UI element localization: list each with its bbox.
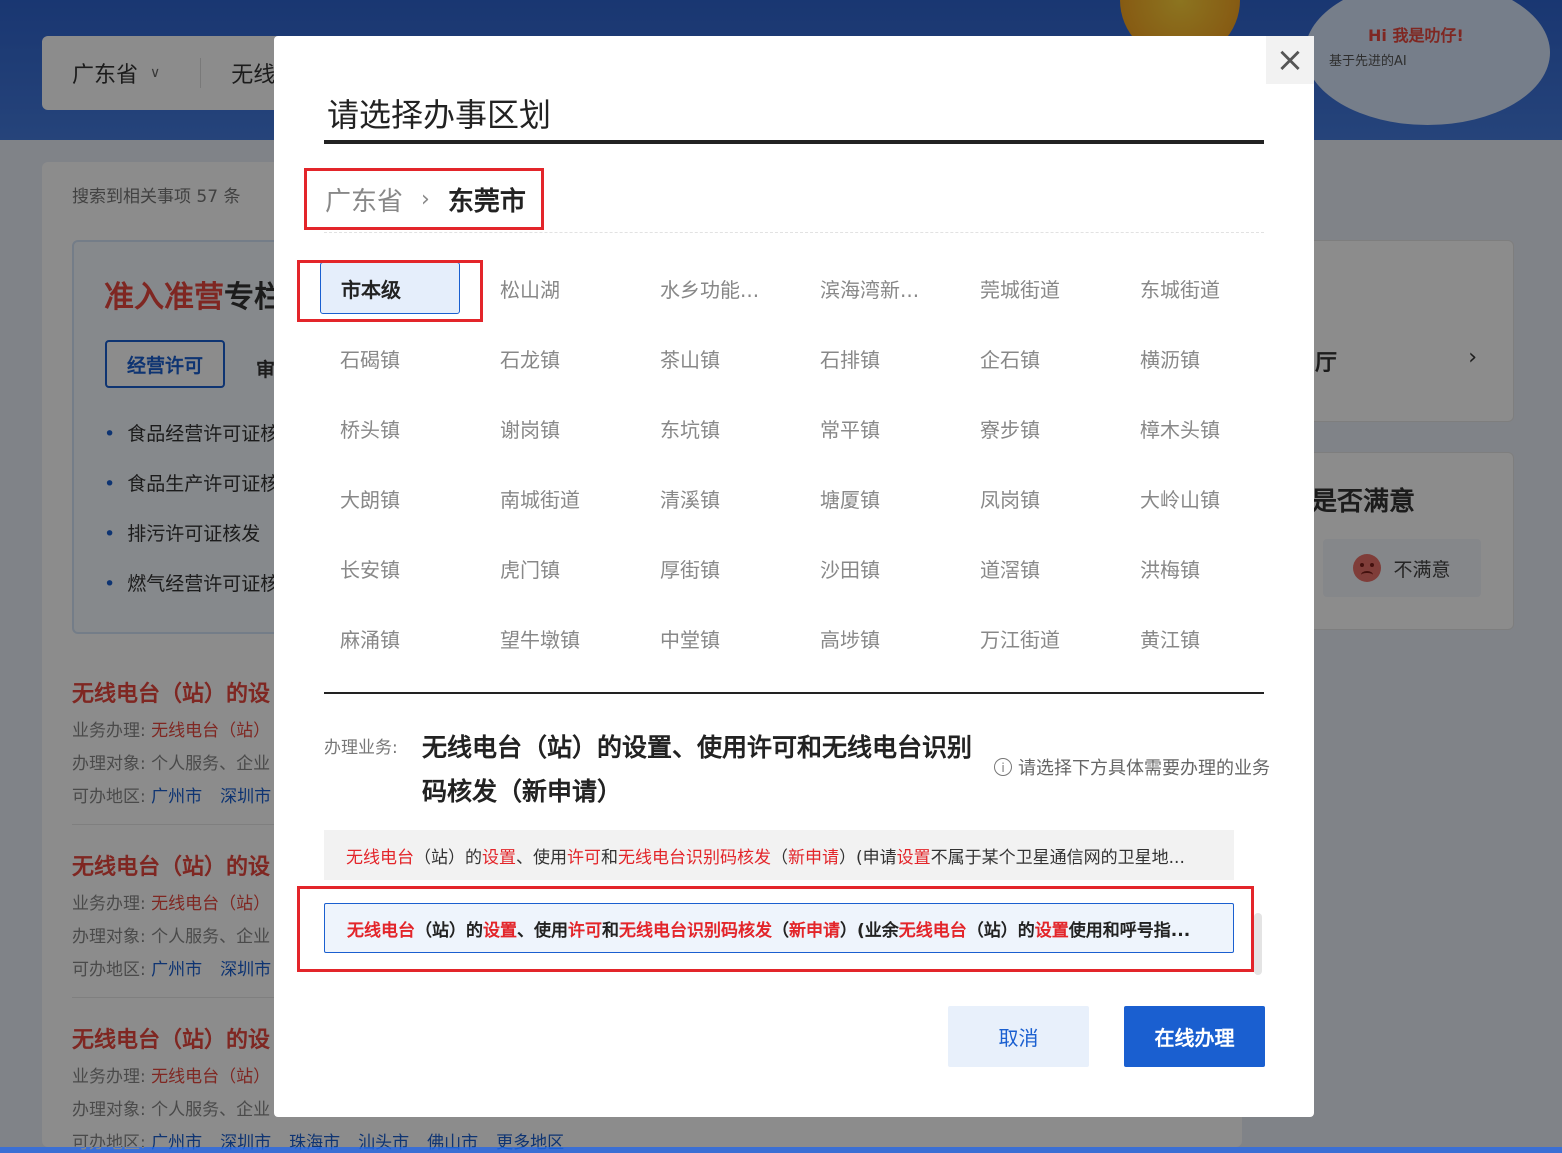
district-item[interactable]: 中堂镇 — [640, 612, 780, 664]
cancel-button[interactable]: 取消 — [948, 1006, 1089, 1067]
title-divider — [324, 140, 1264, 144]
options-scrollbar[interactable] — [1254, 913, 1262, 975]
close-icon: × — [1275, 40, 1305, 80]
highlight-keyword: 设置 — [483, 920, 517, 941]
district-item[interactable]: 松山湖 — [480, 262, 620, 314]
district-item[interactable]: 东城街道 — [1120, 262, 1260, 314]
district-item[interactable]: 谢岗镇 — [480, 402, 620, 454]
district-item[interactable]: 凤岗镇 — [960, 472, 1100, 524]
district-item[interactable]: 石碣镇 — [320, 332, 460, 384]
business-option[interactable]: 无线电台 （站）的 设置 、使用 许可和无线电台识别码核发（新申请 ）(申请 设置 不属于某个… — [324, 830, 1234, 880]
district-item[interactable]: 市本级 — [320, 262, 460, 314]
district-item[interactable]: 高埗镇 — [800, 612, 940, 664]
district-item[interactable]: 石排镇 — [800, 332, 940, 384]
district-item[interactable]: 水乡功能... — [640, 262, 780, 314]
district-item[interactable]: 大朗镇 — [320, 472, 460, 524]
district-item[interactable]: 大岭山镇 — [1120, 472, 1260, 524]
business-label: 办理业务: — [324, 738, 398, 758]
breadcrumb-divider — [324, 232, 1264, 233]
option-text: 和 — [601, 847, 618, 868]
district-item[interactable]: 樟木头镇 — [1120, 402, 1260, 454]
district-item[interactable]: 石龙镇 — [480, 332, 620, 384]
region-breadcrumb: 广东省 › 东莞市 — [304, 168, 544, 230]
district-item[interactable]: 滨海湾新... — [800, 262, 940, 314]
highlight-keyword: 许可 — [568, 920, 602, 941]
district-item[interactable]: 桥头镇 — [320, 402, 460, 454]
district-item[interactable]: 企石镇 — [960, 332, 1100, 384]
breadcrumb-city: 东莞市 — [447, 186, 526, 217]
district-item[interactable]: 寮步镇 — [960, 402, 1100, 454]
district-item[interactable]: 茶山镇 — [640, 332, 780, 384]
highlight-keyword: 无线电台 — [346, 847, 414, 868]
highlight-keyword: 无线电台 — [898, 920, 967, 941]
hint-text: 请选择下方具体需要办理的业务 — [1018, 758, 1270, 779]
district-item[interactable]: 黄江镇 — [1120, 612, 1260, 664]
highlight-keyword: 无线电台 — [347, 920, 415, 941]
highlight-keyword: 无线电台识别码核发 — [619, 920, 772, 941]
option-text: （ — [772, 920, 789, 941]
option-text: 不属于某个卫星通信网的卫星地... — [930, 847, 1185, 868]
breadcrumb-province[interactable]: 广东省 — [325, 181, 403, 218]
highlight-keyword: 新申请 — [788, 847, 839, 868]
option-text: 使用和呼号指... — [1068, 920, 1191, 941]
district-item[interactable]: 莞城街道 — [960, 262, 1100, 314]
district-item[interactable]: 塘厦镇 — [800, 472, 940, 524]
district-item[interactable]: 厚街镇 — [640, 542, 780, 594]
district-item[interactable]: 南城街道 — [480, 472, 620, 524]
district-item[interactable]: 常平镇 — [800, 402, 940, 454]
highlight-keyword: 设置 — [1034, 920, 1069, 941]
option-text: （站）的 — [415, 920, 483, 941]
highlight-keyword: 设置 — [482, 847, 516, 868]
info-icon: i — [994, 758, 1012, 776]
district-item[interactable]: 麻涌镇 — [320, 612, 460, 664]
district-item[interactable]: 沙田镇 — [800, 542, 940, 594]
close-button[interactable]: × — [1266, 36, 1314, 84]
option-text: 、使用 — [517, 920, 568, 941]
business-name: 无线电台（站）的设置、使用许可和无线电台识别码核发（新申请） — [422, 733, 973, 806]
highlight-keyword: 许可 — [567, 847, 601, 868]
business-option-selected[interactable]: 无线电台 （站）的 设置 、使用 许可和无线电台识别码核发（新申请 ）(业余 无线电台 （站）… — [324, 903, 1234, 953]
district-item[interactable]: 虎门镇 — [480, 542, 620, 594]
option-text: 和 — [602, 920, 619, 941]
district-item[interactable]: 横沥镇 — [1120, 332, 1260, 384]
district-item[interactable]: 东坑镇 — [640, 402, 780, 454]
region-select-modal: × 请选择办事区划 广东省 › 东莞市 市本级 松山湖 水乡功能... 滨海湾新...… — [274, 36, 1314, 1117]
selection-hint: i 请选择下方具体需要办理的业务 — [994, 754, 1270, 780]
section-divider — [324, 692, 1264, 694]
district-item[interactable]: 长安镇 — [320, 542, 460, 594]
highlight-keyword: 新申请 — [789, 920, 840, 941]
district-item[interactable]: 道滘镇 — [960, 542, 1100, 594]
online-apply-button[interactable]: 在线办理 — [1124, 1006, 1265, 1067]
district-item[interactable]: 洪梅镇 — [1120, 542, 1260, 594]
option-text: （站）的 — [414, 847, 482, 868]
district-item[interactable]: 清溪镇 — [640, 472, 780, 524]
option-text: 、使用 — [516, 847, 567, 868]
option-text: （站）的 — [966, 920, 1035, 941]
option-text: ）(业余 — [840, 920, 899, 941]
highlight-keyword: 无线电台识别码核发 — [618, 847, 771, 868]
modal-title: 请选择办事区划 — [327, 96, 552, 134]
chevron-right-icon: › — [421, 186, 430, 212]
option-text: ）(申请 — [839, 847, 897, 868]
district-item[interactable]: 望牛墩镇 — [480, 612, 620, 664]
option-text: （ — [771, 847, 788, 868]
district-item[interactable]: 万江街道 — [960, 612, 1100, 664]
highlight-keyword: 设置 — [896, 847, 931, 868]
